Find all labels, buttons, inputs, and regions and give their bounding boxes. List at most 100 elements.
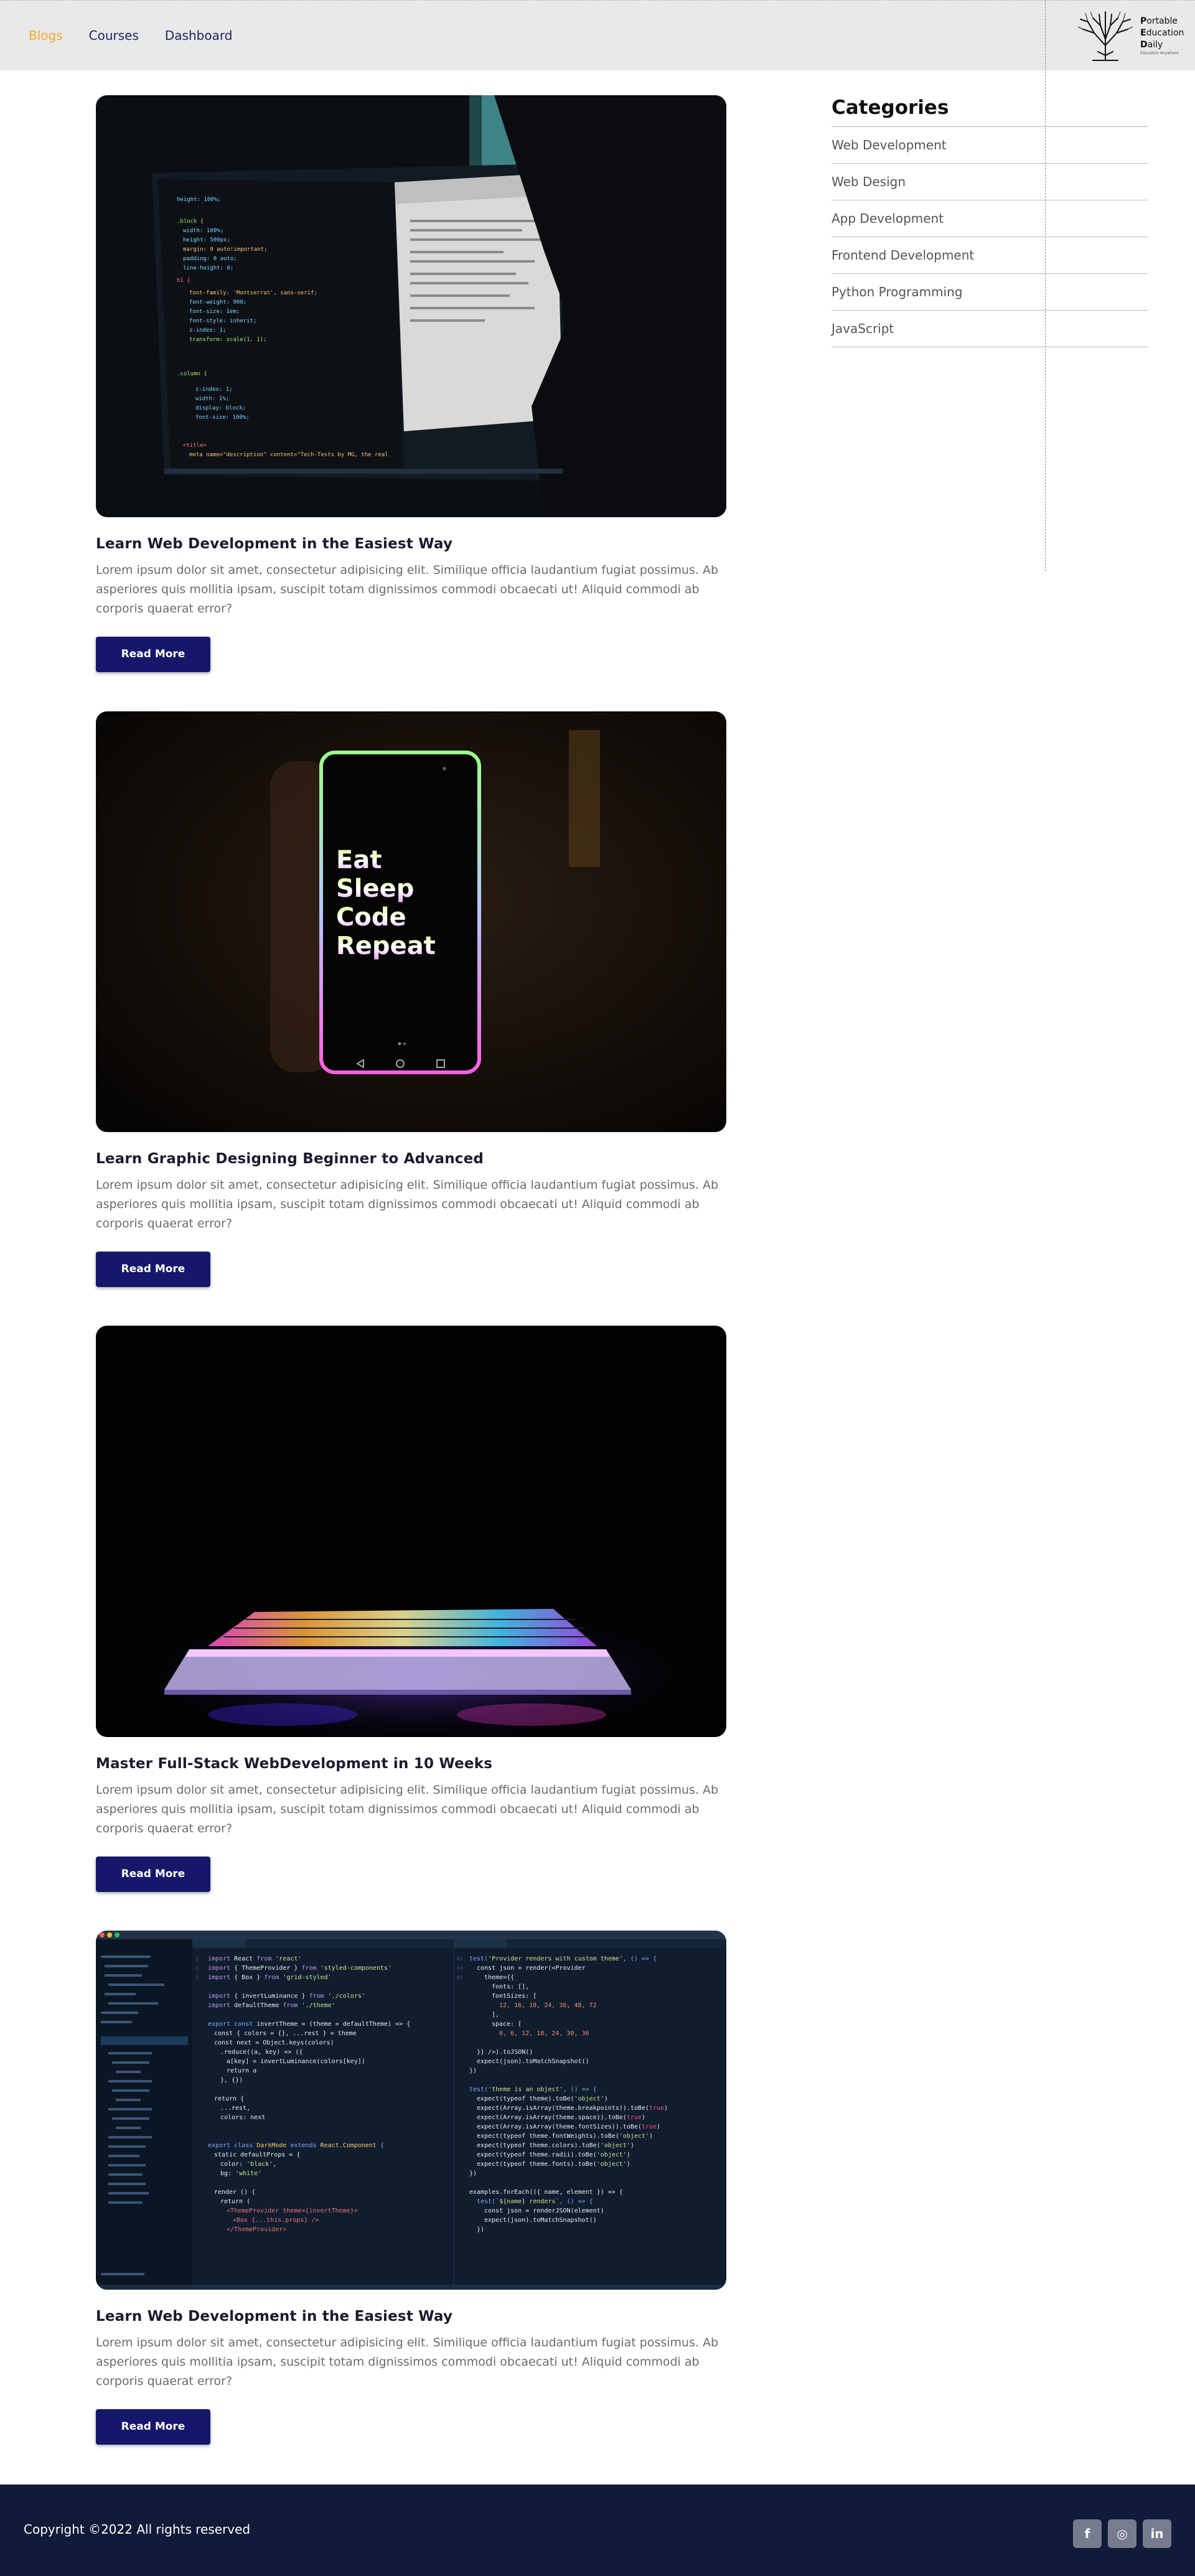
svg-text:}): }) <box>469 2068 477 2074</box>
svg-text:expect(typeof theme).toBe('obj: expect(typeof theme).toBe('object') <box>477 2096 608 2102</box>
svg-text:}): }) <box>469 2170 477 2177</box>
blog-post-4: import React from 'react' import { Theme… <box>96 1931 726 2445</box>
svg-text:3: 3 <box>195 1975 199 1980</box>
nav-link-dashboard[interactable]: Dashboard <box>165 28 233 43</box>
copyright-text: Copyright ©2022 All rights reserved <box>24 2522 251 2537</box>
svg-text:expect(json).toMatchSnapshot(): expect(json).toMatchSnapshot() <box>477 2058 589 2065</box>
svg-text:import { Box } from 'grid-styl: import { Box } from 'grid-styled' <box>208 1974 332 1981</box>
phone-eat-sleep-code-repeat-image[interactable]: Eat Sleep Code Repeat <box>96 711 726 1132</box>
svg-text:return (: return ( <box>220 2198 250 2205</box>
post-title[interactable]: Learn Graphic Designing Beginner to Adva… <box>96 1151 726 1167</box>
svg-text:expect(typeof theme.radii).toB: expect(typeof theme.radii).toBe('object'… <box>477 2152 630 2158</box>
svg-text:expect(typeof theme.colors).to: expect(typeof theme.colors).toBe('object… <box>477 2142 634 2149</box>
svg-text:static defaultProps = {: static defaultProps = { <box>214 2152 300 2158</box>
post-excerpt: Lorem ipsum dolor sit amet, consectetur … <box>96 1783 719 1835</box>
phone-word: Eat <box>336 846 382 874</box>
svg-text:test('Provider renders with cu: test('Provider renders with custom theme… <box>469 1955 657 1962</box>
svg-text:2: 2 <box>195 1965 199 1971</box>
site-footer: Copyright ©2022 All rights reserved f ◎ … <box>0 2485 1195 2576</box>
post-title[interactable]: Learn Web Development in the Easiest Way <box>96 2308 726 2325</box>
svg-text:width: 1%;: width: 1%; <box>195 396 229 402</box>
logo-tagline: Education Anywhere <box>1140 50 1179 55</box>
svg-text:line-height: 0;: line-height: 0; <box>183 265 233 271</box>
nav-link-blogs[interactable]: Blogs <box>29 28 63 43</box>
phone-word: Sleep <box>336 874 414 903</box>
svg-text:return {: return { <box>214 2096 244 2102</box>
svg-text:const { colors = {}, ...rest }: const { colors = {}, ...rest } = theme <box>214 2030 357 2037</box>
code-editor-image[interactable]: import React from 'react' import { Theme… <box>96 1931 726 2290</box>
svg-text:meta name="description" conten: meta name="description" content="Tech-Te… <box>189 452 388 458</box>
category-web-development[interactable]: Web Development <box>832 127 1148 164</box>
svg-text:84: 84 <box>457 1965 463 1971</box>
svg-text:</ThemeProvider>: </ThemeProvider> <box>227 2226 286 2233</box>
blog-post-1: height: 100%; .block { width: 100%; heig… <box>96 95 726 672</box>
svg-text:83: 83 <box>457 1956 463 1962</box>
svg-text:font-family: 'Montserrat', san: font-family: 'Montserrat', sans-serif; <box>189 290 317 296</box>
svg-text:0, 6, 12, 18, 24, 30, 36: 0, 6, 12, 18, 24, 30, 36 <box>499 2030 589 2037</box>
svg-text:fontSizes: [: fontSizes: [ <box>492 1993 537 2000</box>
category-python-programming[interactable]: Python Programming <box>832 274 1148 311</box>
svg-text:.reduce((a, key) => ({: .reduce((a, key) => ({ <box>220 2049 302 2056</box>
svg-text:import { ThemeProvider } from: import { ThemeProvider } from 'styled-co… <box>208 1965 391 1972</box>
svg-text:margin: 0 auto!important;: margin: 0 auto!important; <box>183 246 267 253</box>
svg-text:theme={{: theme={{ <box>484 1974 514 1981</box>
svg-text:width: 100%;: width: 100%; <box>183 228 223 234</box>
blog-post-3: Master Full-Stack WebDevelopment in 10 W… <box>96 1326 726 1892</box>
svg-text:.block {: .block { <box>177 218 204 225</box>
svg-text:],: ], <box>492 2012 499 2018</box>
main-nav: Blogs Courses Dashboard <box>29 28 232 43</box>
post-excerpt: Lorem ipsum dolor sit amet, consectetur … <box>96 2336 719 2388</box>
svg-text:.column {: .column { <box>177 371 207 377</box>
svg-text:}} />).toJSON(): }} />).toJSON() <box>477 2049 533 2056</box>
linkedin-icon[interactable]: in <box>1143 2519 1171 2548</box>
svg-text:1: 1 <box>195 1956 199 1962</box>
svg-text:expect(Array.isArray(theme.fon: expect(Array.isArray(theme.fontSizes)).t… <box>477 2124 660 2130</box>
facebook-icon[interactable]: f <box>1073 2519 1102 2548</box>
tree-logo-icon <box>1077 11 1133 61</box>
read-more-button[interactable]: Read More <box>96 1857 210 1892</box>
svg-text:<Box {...this.props} />: <Box {...this.props} /> <box>233 2217 319 2224</box>
svg-text:render () {: render () { <box>214 2189 255 2196</box>
rgb-laptop-image[interactable] <box>96 1326 726 1737</box>
svg-text:font-weight: 900;: font-weight: 900; <box>189 299 246 306</box>
svg-text:expect(Array.isArray(theme.bre: expect(Array.isArray(theme.breakpoints))… <box>477 2105 668 2112</box>
site-header: Blogs Courses Dashboard Portable Educati… <box>0 0 1195 70</box>
category-web-design[interactable]: Web Design <box>832 164 1148 200</box>
svg-text:expect(typeof theme.fonts).toB: expect(typeof theme.fonts).toBe('object'… <box>477 2161 630 2168</box>
svg-text:h1 {: h1 { <box>177 278 190 284</box>
svg-text:12, 16, 18, 24, 36, 48, 72: 12, 16, 18, 24, 36, 48, 72 <box>499 2002 597 2009</box>
svg-text:const json = renderJSON(elemen: const json = renderJSON(element) <box>484 2208 604 2214</box>
svg-text:display: block;: display: block; <box>195 405 246 411</box>
svg-text:examples.forEach(({ name, elem: examples.forEach(({ name, element }) => … <box>469 2189 623 2196</box>
category-javascript[interactable]: JavaScript <box>832 311 1148 347</box>
svg-text:fonts: [],: fonts: [], <box>492 1984 529 1990</box>
svg-text:const json = render(<Provider: const json = render(<Provider <box>477 1965 586 1972</box>
post-title[interactable]: Learn Web Development in the Easiest Way <box>96 536 726 552</box>
svg-text:expect(typeof theme.fontWeight: expect(typeof theme.fontWeights).toBe('o… <box>477 2133 653 2140</box>
code-monitor-image[interactable]: height: 100%; .block { width: 100%; heig… <box>96 95 726 517</box>
nav-link-courses[interactable]: Courses <box>89 28 139 43</box>
social-links: f ◎ in <box>1073 2519 1171 2548</box>
svg-text:}): }) <box>477 2226 484 2233</box>
svg-text:}, {}): }, {}) <box>220 2077 243 2084</box>
svg-text:<ThemeProvider theme={invertTh: <ThemeProvider theme={invertTheme}> <box>227 2208 358 2214</box>
svg-text:font-style: inherit;: font-style: inherit; <box>189 318 256 324</box>
svg-text:colors: next: colors: next <box>220 2114 265 2121</box>
category-frontend-development[interactable]: Frontend Development <box>832 237 1148 274</box>
categories-heading: Categories <box>832 96 1148 127</box>
svg-text:import defaultTheme from './th: import defaultTheme from './theme' <box>208 2002 335 2009</box>
logo-wordmark: Portable Education Daily Education Anywh… <box>1140 16 1184 55</box>
categories-sidebar: Categories Web Development Web Design Ap… <box>832 96 1148 347</box>
read-more-button[interactable]: Read More <box>96 637 210 672</box>
phone-word: Repeat <box>336 932 436 960</box>
site-logo[interactable]: Portable Education Daily Education Anywh… <box>1074 7 1186 64</box>
read-more-button[interactable]: Read More <box>96 1252 210 1287</box>
post-title[interactable]: Master Full-Stack WebDevelopment in 10 W… <box>96 1756 726 1772</box>
svg-text:expect(json).toMatchSnapshot(): expect(json).toMatchSnapshot() <box>484 2217 597 2224</box>
category-app-development[interactable]: App Development <box>832 200 1148 237</box>
svg-text:space: [: space: [ <box>492 2021 522 2028</box>
read-more-button[interactable]: Read More <box>96 2409 210 2445</box>
svg-text:expect(Array.isArray(theme.spa: expect(Array.isArray(theme.space)).toBe(… <box>477 2114 645 2121</box>
instagram-icon[interactable]: ◎ <box>1108 2519 1136 2548</box>
svg-text:...rest,: ...rest, <box>220 2105 250 2112</box>
